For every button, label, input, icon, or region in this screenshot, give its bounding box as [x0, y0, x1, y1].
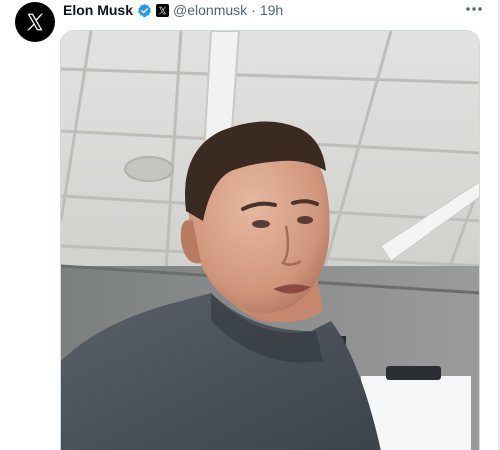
- avatar[interactable]: [15, 2, 55, 42]
- more-options-icon: [466, 7, 482, 11]
- separator-dot: ·: [251, 2, 256, 18]
- video-media[interactable]: [60, 30, 480, 450]
- x-logo-icon: [27, 13, 43, 31]
- video-frame: [61, 31, 479, 450]
- verified-badge-icon: [138, 3, 151, 17]
- tweet-header: Elon Musk @elonmusk · 19h: [63, 0, 283, 20]
- tweet-card[interactable]: Elon Musk @elonmusk · 19h: [0, 0, 500, 450]
- verified-badge: [137, 3, 152, 18]
- author-name[interactable]: Elon Musk: [63, 2, 133, 18]
- timestamp[interactable]: 19h: [260, 2, 283, 18]
- x-affiliate-badge-icon: [156, 3, 170, 17]
- more-options-button[interactable]: [462, 0, 486, 18]
- author-handle[interactable]: @elonmusk: [173, 2, 247, 18]
